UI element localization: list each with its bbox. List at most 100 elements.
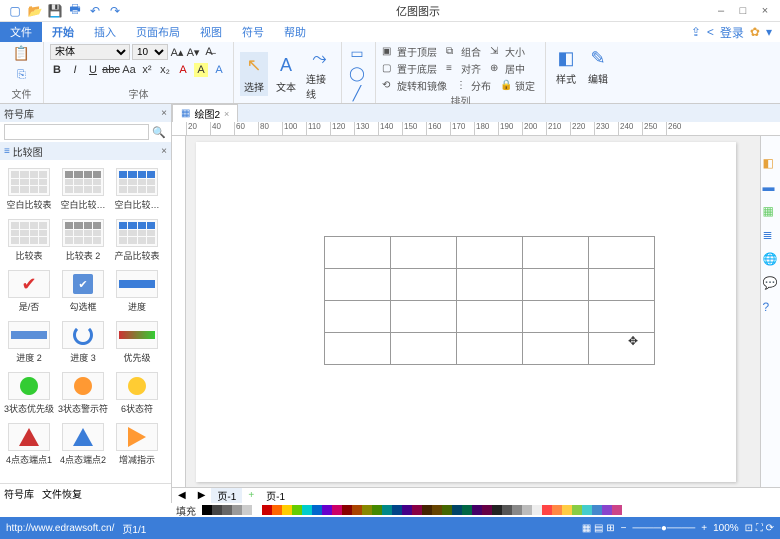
size-icon[interactable]: ⇲ xyxy=(490,46,502,58)
color-swatch[interactable] xyxy=(292,505,302,515)
color-swatch[interactable] xyxy=(332,505,342,515)
image-icon[interactable]: ▦ xyxy=(763,204,779,220)
help-icon[interactable]: ? xyxy=(763,300,779,316)
shape-item[interactable]: 比较表 xyxy=(2,215,56,266)
subscript-button[interactable]: x₂ xyxy=(158,63,172,77)
back-icon[interactable]: ▢ xyxy=(382,63,394,75)
lock-icon[interactable]: 🔒 xyxy=(500,80,512,92)
tab-view[interactable]: 视图 xyxy=(190,22,232,42)
export-icon[interactable]: ⇪ xyxy=(691,25,701,39)
color-swatch[interactable] xyxy=(452,505,462,515)
copy-icon[interactable]: ⎘ xyxy=(13,66,31,84)
maximize-button[interactable]: □ xyxy=(736,4,750,18)
shape-item[interactable]: 比较表 2 xyxy=(56,215,110,266)
tab-page-layout[interactable]: 页面布局 xyxy=(126,22,190,42)
page[interactable]: ✥ xyxy=(196,142,736,482)
dist-icon[interactable]: ⋮ xyxy=(456,80,468,92)
shape-item[interactable]: 进度 3 xyxy=(56,317,110,368)
color-swatch[interactable] xyxy=(382,505,392,515)
color-swatch[interactable] xyxy=(572,505,582,515)
color-swatch[interactable] xyxy=(532,505,542,515)
shape-item[interactable]: 产品比较表 xyxy=(110,215,164,266)
color-swatch[interactable] xyxy=(392,505,402,515)
shape-item[interactable]: ✔是/否 xyxy=(2,266,56,317)
shape-item[interactable]: 空白比较表 xyxy=(2,164,56,215)
group-icon[interactable]: ⧉ xyxy=(446,46,458,58)
page-prev-icon[interactable]: ◀ xyxy=(172,490,192,501)
fit-icon[interactable]: ⊡ ⛶ ⟳ xyxy=(745,523,774,534)
open-icon[interactable]: 📂 xyxy=(28,4,42,18)
tab-symbols[interactable]: 符号 xyxy=(232,22,274,42)
zoom-out-icon[interactable]: − xyxy=(621,523,627,534)
underline-button[interactable]: U xyxy=(86,63,100,77)
shape-item[interactable]: 3状态警示符 xyxy=(56,368,110,419)
close-button[interactable]: × xyxy=(758,4,772,18)
share-icon[interactable]: < xyxy=(707,25,714,39)
layers-icon[interactable]: ≣ xyxy=(763,228,779,244)
color-swatch[interactable] xyxy=(542,505,552,515)
highlight-button[interactable]: A xyxy=(194,63,208,77)
text-tool[interactable]: A 文本 xyxy=(272,52,300,96)
color-swatch[interactable] xyxy=(502,505,512,515)
color-swatch[interactable] xyxy=(512,505,522,515)
color-swatch[interactable] xyxy=(212,505,222,515)
page-add-icon[interactable]: + xyxy=(242,490,260,501)
shape-item[interactable]: 6状态符 xyxy=(110,368,164,419)
color-swatch[interactable] xyxy=(442,505,452,515)
color-swatch[interactable] xyxy=(582,505,592,515)
undo-icon[interactable]: ↶ xyxy=(88,4,102,18)
document-tab[interactable]: ▦ 绘图2 × xyxy=(172,104,238,122)
color-swatch[interactable] xyxy=(372,505,382,515)
settings-icon[interactable]: ✿ xyxy=(750,25,760,39)
center-icon[interactable]: ⊕ xyxy=(490,63,502,75)
shape-item[interactable]: 空白比较… xyxy=(56,164,110,215)
select-tool[interactable]: ↖ 选择 xyxy=(240,52,268,96)
color-swatch[interactable] xyxy=(362,505,372,515)
save-icon[interactable]: 💾 xyxy=(48,4,62,18)
color-swatch[interactable] xyxy=(422,505,432,515)
strike-button[interactable]: abc xyxy=(104,63,118,77)
shape-item[interactable]: 3状态优先级 xyxy=(2,368,56,419)
connector-tool[interactable]: ⤳ 连接线 xyxy=(304,44,335,103)
color-swatch[interactable] xyxy=(552,505,562,515)
color-swatch[interactable] xyxy=(322,505,332,515)
italic-button[interactable]: I xyxy=(68,63,82,77)
color-swatch[interactable] xyxy=(412,505,422,515)
rect-icon[interactable]: ▭ xyxy=(348,44,366,62)
comparison-table[interactable] xyxy=(324,236,655,365)
footer-restore[interactable]: 文件恢复 xyxy=(42,486,82,501)
shape-item[interactable]: ✔勾选框 xyxy=(56,266,110,317)
color-swatch[interactable] xyxy=(562,505,572,515)
redo-icon[interactable]: ↷ xyxy=(108,4,122,18)
search-icon[interactable]: 🔍 xyxy=(151,124,167,140)
zoom-slider[interactable]: ────●──── xyxy=(633,523,696,534)
color-swatch[interactable] xyxy=(222,505,232,515)
front-icon[interactable]: ▣ xyxy=(382,46,394,58)
color-swatch[interactable] xyxy=(352,505,362,515)
shape-item[interactable]: 空白比较… xyxy=(110,164,164,215)
color-swatch[interactable] xyxy=(312,505,322,515)
color-swatch[interactable] xyxy=(612,505,622,515)
shape-item[interactable]: 优先级 xyxy=(110,317,164,368)
font-color-button[interactable]: A xyxy=(176,63,190,77)
shape-item[interactable]: 进度 2 xyxy=(2,317,56,368)
color-swatch[interactable] xyxy=(482,505,492,515)
new-icon[interactable]: ▢ xyxy=(8,4,22,18)
ellipse-icon[interactable]: ◯ xyxy=(348,64,366,82)
color-swatch[interactable] xyxy=(272,505,282,515)
color-swatch[interactable] xyxy=(492,505,502,515)
login-link[interactable]: 登录 xyxy=(720,24,744,41)
color-swatch[interactable] xyxy=(432,505,442,515)
color-swatch[interactable] xyxy=(602,505,612,515)
color-swatch[interactable] xyxy=(342,505,352,515)
clear-format-icon[interactable]: A̶ xyxy=(202,45,216,59)
tab-file[interactable]: 文件 xyxy=(0,22,42,42)
paste-icon[interactable]: 📋 xyxy=(13,44,31,62)
footer-lib[interactable]: 符号库 xyxy=(4,486,34,501)
format-icon[interactable]: ▬ xyxy=(763,180,779,196)
color-swatch[interactable] xyxy=(282,505,292,515)
tab-start[interactable]: 开始 xyxy=(42,22,84,42)
style-button[interactable]: ◧ 样式 xyxy=(552,44,580,88)
tab-help[interactable]: 帮助 xyxy=(274,22,316,42)
color-swatch[interactable] xyxy=(462,505,472,515)
